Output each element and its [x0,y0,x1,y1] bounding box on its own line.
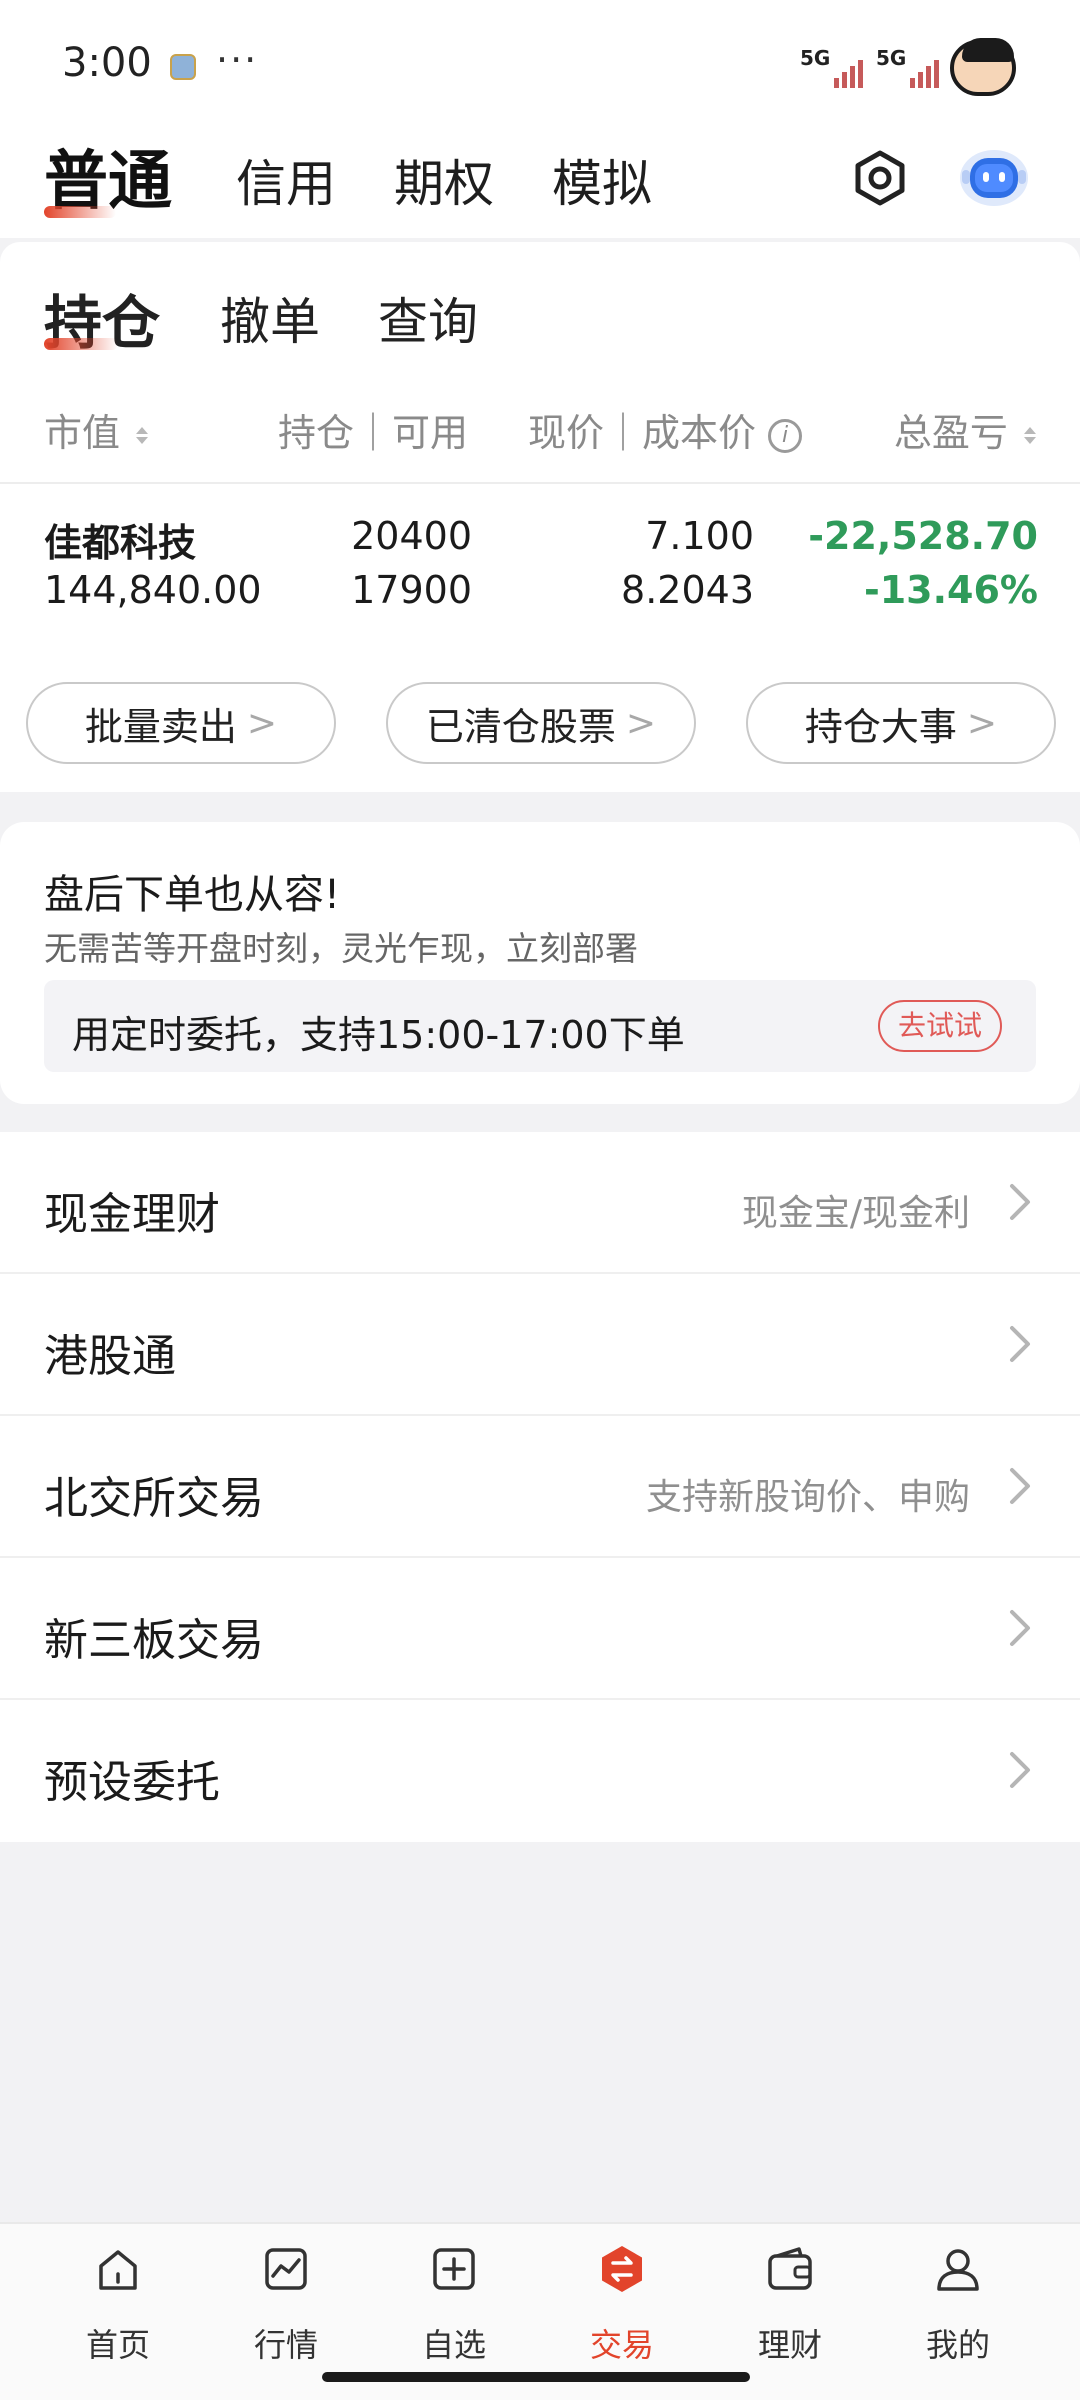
cleared-stocks-button[interactable]: 已清仓股票 > [386,682,696,764]
stock-market-value: 144,840.00 [44,568,262,612]
scheduled-order-banner[interactable]: 用定时委托，支持15:00-17:00下单 去试试 [44,980,1036,1072]
chevron-right-icon [1010,1184,1030,1220]
trade-menu-list: 现金理财 现金宝/现金利 港股通 北交所交易 支持新股询价、申购 新三板交易 预… [0,1132,1080,1842]
robot-assistant-icon[interactable] [958,142,1030,208]
nav-profile[interactable]: 我的 [883,2238,1033,2368]
divider [0,482,1080,484]
holdings-card: 持仓 撤单 查询 市值 持仓｜可用 现价｜成本价 i 总盈亏 佳都科技 144,… [0,242,1080,792]
tab-options[interactable]: 期权 [394,144,494,216]
account-type-tabs: 普通 信用 期权 模拟 [0,130,1080,238]
stock-available: 17900 [351,568,472,612]
stock-position: 20400 [351,514,472,558]
nav-market[interactable]: 行情 [211,2238,361,2368]
nav-home[interactable]: 首页 [43,2238,193,2368]
menu-hint: 支持新股询价、申购 [645,1477,970,1518]
menu-item-cash-management[interactable]: 现金理财 现金宝/现金利 [0,1132,1080,1274]
holding-events-button[interactable]: 持仓大事 > [746,682,1056,764]
menu-item-neeq-trading[interactable]: 新三板交易 [0,1558,1080,1700]
promo-subtitle: 无需苦等开盘时刻，灵光乍现，立刻部署 [44,929,638,968]
stock-pnl: -22,528.70 [808,514,1038,558]
trade-exchange-icon [602,2246,642,2292]
settings-icon[interactable] [850,148,910,208]
sub-tab-indicator [44,338,118,350]
table-row[interactable]: 佳都科技 144,840.00 20400 17900 7.100 8.2043… [0,506,1080,626]
sort-icon [136,427,149,444]
try-it-button[interactable]: 去试试 [878,1000,1002,1052]
tab-cancel-orders[interactable]: 撤单 [220,282,320,354]
menu-hint: 现金宝/现金利 [741,1193,970,1234]
stock-pnl-pct: -13.46% [863,568,1038,612]
chart-icon [265,2248,307,2290]
chevron-right-icon [1010,1610,1030,1646]
header-position-available: 持仓｜可用 [278,411,469,455]
chevron-right-icon: > [625,702,657,744]
header-market-value[interactable]: 市值 [44,402,149,457]
nav-watchlist[interactable]: 自选 [379,2238,529,2368]
status-time: 3:00 [62,40,152,86]
promo-title: 盘后下单也从容! [44,872,341,918]
home-icon [99,2250,137,2290]
stock-price: 7.100 [645,514,754,558]
app-notification-icon [170,54,196,80]
menu-item-preset-order[interactable]: 预设委托 [0,1700,1080,1842]
promo-box-text: 用定时委托，支持15:00-17:00下单 [72,1013,685,1057]
promo-card: 盘后下单也从容! 无需苦等开盘时刻，灵光乍现，立刻部署 用定时委托，支持15:0… [0,822,1080,1104]
info-icon[interactable]: i [768,418,803,453]
wallet-icon [768,2247,812,2290]
home-indicator[interactable] [322,2372,750,2382]
add-square-icon [433,2248,475,2290]
menu-item-hk-connect[interactable]: 港股通 [0,1274,1080,1416]
chevron-right-icon: > [966,702,998,744]
batch-sell-button[interactable]: 批量卖出 > [26,682,336,764]
header-total-pnl[interactable]: 总盈亏 [894,402,1036,457]
stock-cost: 8.2043 [621,568,754,612]
chevron-right-icon [1010,1468,1030,1504]
chevron-right-icon [1010,1326,1030,1362]
nav-wealth[interactable]: 理财 [715,2238,865,2368]
header-price-cost: 现价｜成本价 i [528,402,803,457]
tab-query[interactable]: 查询 [378,282,478,354]
status-bar: 3:00 ··· 5G 5G [0,0,1080,130]
sort-icon [1024,427,1036,444]
user-icon [937,2249,979,2291]
menu-item-bse-trading[interactable]: 北交所交易 支持新股询价、申购 [0,1416,1080,1558]
chevron-right-icon [1010,1752,1030,1788]
tab-credit[interactable]: 信用 [236,144,336,216]
tab-simulated[interactable]: 模拟 [552,144,652,216]
battery-avatar-icon [950,38,1016,96]
active-tab-indicator [44,206,116,218]
more-notifications-icon: ··· [216,38,259,82]
nav-trade[interactable]: 交易 [547,2238,697,2368]
stock-name: 佳都科技 [44,521,197,565]
chevron-right-icon: > [246,702,278,744]
